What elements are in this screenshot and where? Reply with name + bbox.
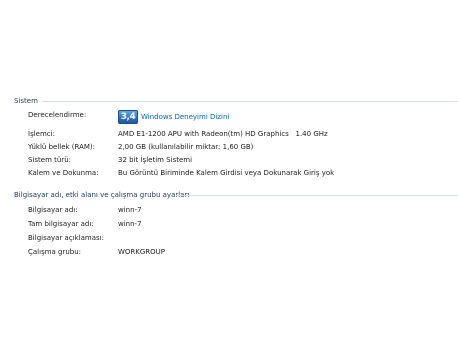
computer-description-label: Bilgisayar açıklaması: [28, 234, 104, 242]
pen-touch-label: Kalem ve Dokunma: [28, 169, 99, 177]
windows-experience-index-link[interactable]: Windows Deneyimi Dizini [141, 112, 229, 122]
rating-row: Derecelendirme: 3,4 Windows Deneyimi Diz… [0, 110, 458, 126]
workgroup-value: WORKGROUP [118, 248, 166, 256]
system-type-label: Sistem türü: [28, 156, 71, 164]
full-computer-name-label: Tam bilgisayar adı: [28, 220, 94, 228]
full-computer-name-value: winn-7 [118, 220, 142, 228]
computer-description-row: Bilgisayar açıklaması: [0, 233, 458, 243]
workgroup-label: Çalışma grubu: [28, 248, 82, 256]
workgroup-row: Çalışma grubu: WORKGROUP [0, 247, 458, 257]
ram-row: Yüklü bellek (RAM): 2,00 GB (kullanılabi… [0, 142, 458, 152]
rating-score-icon[interactable]: 3,4 [118, 110, 138, 124]
pen-touch-row: Kalem ve Dokunma: Bu Görüntü Biriminde K… [0, 168, 458, 178]
system-section-divider [42, 101, 458, 102]
ram-value: 2,00 GB (kullanılabilir miktar: 1,60 GB) [118, 143, 254, 151]
system-section: Sistem Derecelendirme: 3,4 Windows Deney… [0, 0, 458, 180]
processor-row: İşlemci: AMD E1-1200 APU with Radeon(tm)… [0, 129, 458, 139]
system-type-value: 32 bit İşletim Sistemi [118, 156, 193, 164]
computer-name-section-divider [176, 195, 458, 196]
computer-name-section-header: Bilgisayar adı, etki alanı ve çalışma gr… [14, 191, 190, 199]
computer-name-label: Bilgisayar adı: [28, 206, 78, 214]
computer-name-value: winn-7 [118, 206, 142, 214]
system-section-header: Sistem [14, 97, 38, 105]
pen-touch-value: Bu Görüntü Biriminde Kalem Girdisi veya … [118, 169, 335, 177]
processor-value: AMD E1-1200 APU with Radeon(tm) HD Graph… [118, 130, 328, 138]
ram-label: Yüklü bellek (RAM): [28, 143, 96, 151]
full-computer-name-row: Tam bilgisayar adı: winn-7 [0, 219, 458, 229]
processor-label: İşlemci: [28, 130, 55, 138]
system-type-row: Sistem türü: 32 bit İşletim Sistemi [0, 155, 458, 165]
computer-name-section: Bilgisayar adı, etki alanı ve çalışma gr… [0, 180, 458, 300]
computer-name-row: Bilgisayar adı: winn-7 [0, 205, 458, 215]
rating-label: Derecelendirme: [28, 111, 87, 119]
